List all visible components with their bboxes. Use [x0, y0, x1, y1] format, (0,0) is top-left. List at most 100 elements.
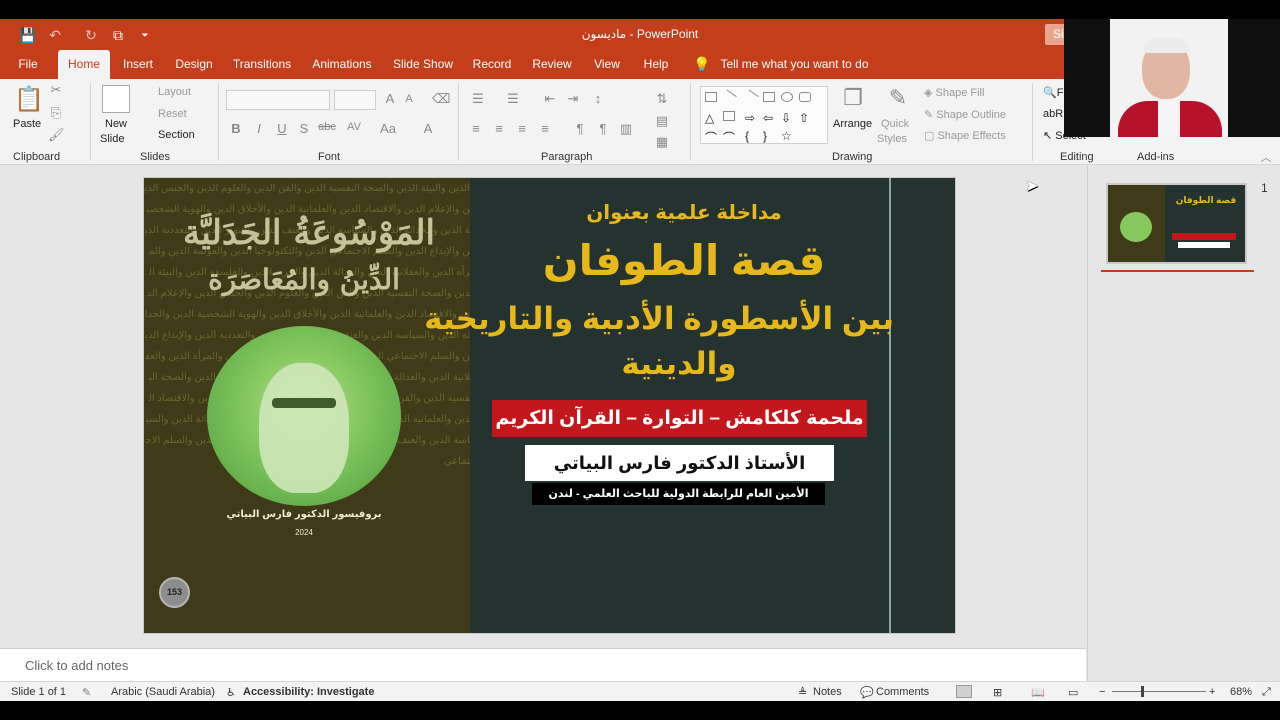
comments-button[interactable]: Comments: [876, 686, 929, 698]
align-left-icon[interactable]: ≡: [468, 121, 484, 136]
presenter-name-box[interactable]: الأستاذ الدكتور فارس البياتي: [525, 445, 834, 481]
find-button[interactable]: 🔍F: [1043, 86, 1063, 99]
arrange-icon[interactable]: ❐: [840, 85, 866, 113]
zoom-level[interactable]: 68%: [1230, 686, 1252, 698]
align-text-icon[interactable]: ▤: [654, 113, 670, 129]
bold-button[interactable]: B: [229, 121, 243, 136]
normal-view-icon[interactable]: [956, 685, 972, 698]
shape-arrow-left-icon[interactable]: ⇦: [763, 111, 775, 125]
new-slide-label[interactable]: New: [105, 118, 127, 130]
accessibility-status[interactable]: Accessibility: Investigate: [243, 686, 374, 698]
tab-animations[interactable]: Animations: [308, 50, 376, 79]
tab-home[interactable]: Home: [58, 50, 110, 79]
shape-arrow-down-icon[interactable]: ⇩: [781, 111, 793, 125]
zoom-slider[interactable]: [1112, 691, 1206, 692]
columns-icon[interactable]: ▥: [618, 121, 634, 137]
tab-record[interactable]: Record: [470, 50, 514, 79]
slide-subtitle-line2[interactable]: والدينية: [584, 346, 774, 382]
shape-rectangle-icon[interactable]: [705, 92, 717, 102]
italic-button[interactable]: I: [252, 121, 266, 136]
font-size-field[interactable]: [334, 90, 376, 110]
line-spacing-icon[interactable]: ↕: [590, 91, 606, 106]
shape-arrow-icon[interactable]: [743, 89, 759, 105]
slide-canvas[interactable]: الدين والبيئة الدين والصحة النفسية الدين…: [143, 177, 956, 634]
text-direction-icon[interactable]: ⇅: [654, 91, 670, 107]
align-right-icon[interactable]: ≡: [514, 121, 530, 136]
shape-arc-icon[interactable]: ⌒: [723, 129, 735, 145]
tab-slide-show[interactable]: Slide Show: [390, 50, 456, 79]
ltr-icon[interactable]: ¶: [572, 121, 588, 136]
new-slide-icon[interactable]: [102, 85, 130, 113]
tab-review[interactable]: Review: [530, 50, 574, 79]
underline-button[interactable]: U: [275, 121, 289, 136]
comments-icon[interactable]: 💬: [860, 686, 874, 699]
notes-toggle-button[interactable]: Notes: [813, 686, 842, 698]
slide-red-banner[interactable]: ملحمة كلكامش – التوارة – القرآن الكريم: [492, 400, 867, 437]
slide-subtitle-line1[interactable]: بين الأسطورة الأدبية والتاريخية: [424, 301, 894, 337]
format-painter-icon[interactable]: 🖌: [48, 127, 65, 143]
slideshow-icon[interactable]: ▭: [1068, 686, 1078, 699]
slide-title[interactable]: قصة الطوفان: [524, 233, 844, 289]
smartart-icon[interactable]: ▦: [654, 134, 670, 150]
shape-effects-button[interactable]: ▢ Shape Effects: [924, 129, 1006, 142]
quick-styles-button-2[interactable]: Styles: [877, 133, 907, 145]
notes-placeholder[interactable]: Click to add notes: [25, 658, 128, 673]
replace-button[interactable]: abR: [1043, 108, 1063, 120]
tab-file[interactable]: File: [10, 50, 46, 79]
zoom-in-button[interactable]: +: [1209, 686, 1215, 698]
collapse-ribbon-icon[interactable]: ︿: [1258, 149, 1274, 165]
decrease-font-icon[interactable]: A: [402, 93, 416, 105]
copy-icon[interactable]: ⎘: [48, 105, 64, 121]
justify-icon[interactable]: ≡: [537, 121, 553, 136]
zoom-out-button[interactable]: −: [1099, 686, 1105, 698]
tab-design[interactable]: Design: [170, 50, 218, 79]
shape-oval-icon[interactable]: [781, 92, 793, 102]
reading-view-icon[interactable]: 📖: [1031, 686, 1045, 699]
shape-curve-icon[interactable]: ⌒: [705, 129, 717, 145]
notes-toggle-icon[interactable]: ≜: [798, 686, 807, 699]
quick-styles-icon[interactable]: ✎: [884, 85, 912, 113]
clear-format-icon[interactable]: ⌫: [432, 91, 450, 107]
cut-icon[interactable]: ✂: [48, 82, 64, 98]
shape-line-icon[interactable]: [721, 89, 737, 105]
accessibility-icon[interactable]: ♿: [226, 686, 236, 699]
presenter-role-box[interactable]: الأمين العام للرابطة الدولية للباحث العل…: [532, 483, 825, 505]
shape-star-icon[interactable]: ☆: [781, 129, 793, 143]
fit-to-window-icon[interactable]: ⤢: [1262, 686, 1271, 699]
shape-outline-button[interactable]: ✎ Shape Outline: [924, 108, 1006, 121]
slide-sorter-icon[interactable]: ⊞: [993, 686, 1002, 699]
quick-styles-button[interactable]: Quick: [881, 118, 909, 130]
notes-pane[interactable]: Click to add notes: [0, 648, 1086, 681]
zoom-slider-thumb[interactable]: [1141, 686, 1144, 697]
slide-intro-text[interactable]: مداخلة علمية بعنوان: [564, 200, 804, 225]
shape-elbow-icon[interactable]: [723, 111, 735, 121]
bullets-icon[interactable]: ☰: [470, 91, 486, 107]
tab-insert[interactable]: Insert: [118, 50, 158, 79]
character-spacing-icon[interactable]: AV: [342, 121, 366, 133]
paste-icon[interactable]: 📋: [14, 85, 44, 113]
rtl-icon[interactable]: ¶: [595, 121, 611, 136]
shape-brace-close-icon[interactable]: }: [763, 129, 775, 143]
font-name-field[interactable]: [226, 90, 330, 110]
tab-view[interactable]: View: [590, 50, 624, 79]
layout-button[interactable]: Layout: [158, 86, 191, 98]
shape-fill-button[interactable]: ◈ Shape Fill: [924, 86, 984, 99]
decrease-indent-icon[interactable]: ⇤: [542, 91, 558, 107]
slide-thumbnail[interactable]: قصة الطوفان: [1106, 183, 1247, 264]
spelling-icon[interactable]: ✎: [82, 686, 91, 699]
shapes-gallery[interactable]: △ ⇨ ⇦ ⇩ ⇧ ⌒ ⌒ { } ☆: [700, 86, 828, 145]
shape-square-icon[interactable]: [763, 92, 775, 102]
new-slide-label-2[interactable]: Slide: [100, 133, 124, 145]
shadow-button[interactable]: S: [297, 121, 311, 136]
reset-button[interactable]: Reset: [158, 108, 187, 120]
shape-arrow-right-icon[interactable]: ⇨: [745, 111, 757, 125]
strikethrough-button[interactable]: abc: [316, 121, 338, 133]
shape-arrow-up-icon[interactable]: ⇧: [799, 111, 811, 125]
tell-me-search[interactable]: 💡 Tell me what you want to do: [693, 50, 869, 79]
font-color-icon[interactable]: A: [420, 121, 436, 136]
arrange-button[interactable]: Arrange: [833, 118, 872, 130]
tab-transitions[interactable]: Transitions: [230, 50, 294, 79]
increase-font-icon[interactable]: A: [382, 91, 398, 106]
align-center-icon[interactable]: ≡: [491, 121, 507, 136]
language-indicator[interactable]: Arabic (Saudi Arabia): [111, 686, 215, 698]
